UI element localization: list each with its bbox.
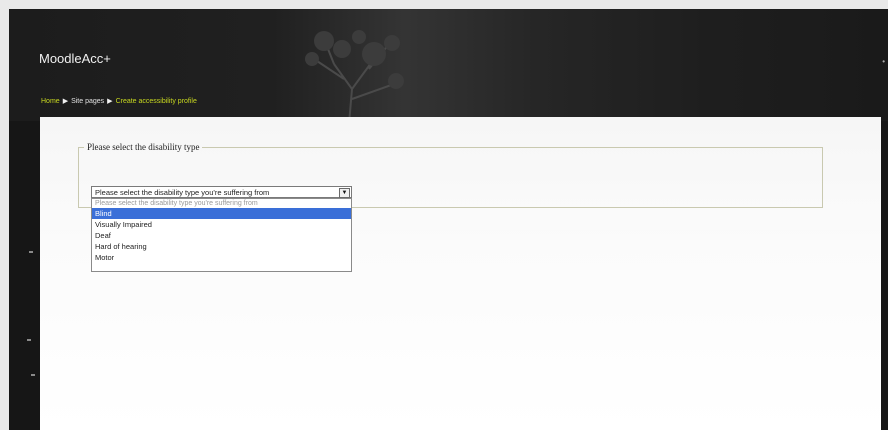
- disability-type-select[interactable]: Please select the disability type you're…: [91, 186, 352, 198]
- header-corner-mark: •: [882, 57, 885, 66]
- browser-viewport: MoodleAcc+ Home ▶ Site pages ▶ Create ac…: [9, 9, 888, 430]
- dropdown-option[interactable]: Visually Impaired: [92, 219, 351, 230]
- triangle-right-icon: ▶: [107, 98, 113, 105]
- site-header: MoodleAcc+ Home ▶ Site pages ▶ Create ac…: [9, 9, 888, 124]
- dropdown-option[interactable]: Motor: [92, 252, 351, 263]
- header-tree-decoration: [305, 30, 404, 124]
- breadcrumb-site-pages[interactable]: Site pages: [71, 98, 104, 105]
- main-content: Please select the disability type Please…: [40, 117, 881, 430]
- breadcrumb: Home ▶ Site pages ▶ Create accessibility…: [41, 97, 197, 106]
- dropdown-option[interactable]: Hard of hearing: [92, 241, 351, 252]
- disability-type-dropdown[interactable]: Please select the disability type you're…: [91, 198, 352, 272]
- dropdown-option-highlighted[interactable]: Blind: [92, 208, 351, 219]
- breadcrumb-home[interactable]: Home: [41, 98, 60, 105]
- triangle-right-icon: ▶: [62, 98, 69, 105]
- site-name[interactable]: MoodleAcc+: [39, 51, 111, 66]
- fieldset-legend: Please select the disability type: [87, 142, 200, 152]
- chevron-down-icon[interactable]: ▼: [339, 188, 350, 198]
- dropdown-option[interactable]: Please select the disability type you're…: [92, 199, 351, 208]
- select-current-value: Please select the disability type you're…: [95, 188, 270, 197]
- breadcrumb-current-page: Create accessibility profile: [115, 97, 197, 105]
- dropdown-option[interactable]: Deaf: [92, 230, 351, 241]
